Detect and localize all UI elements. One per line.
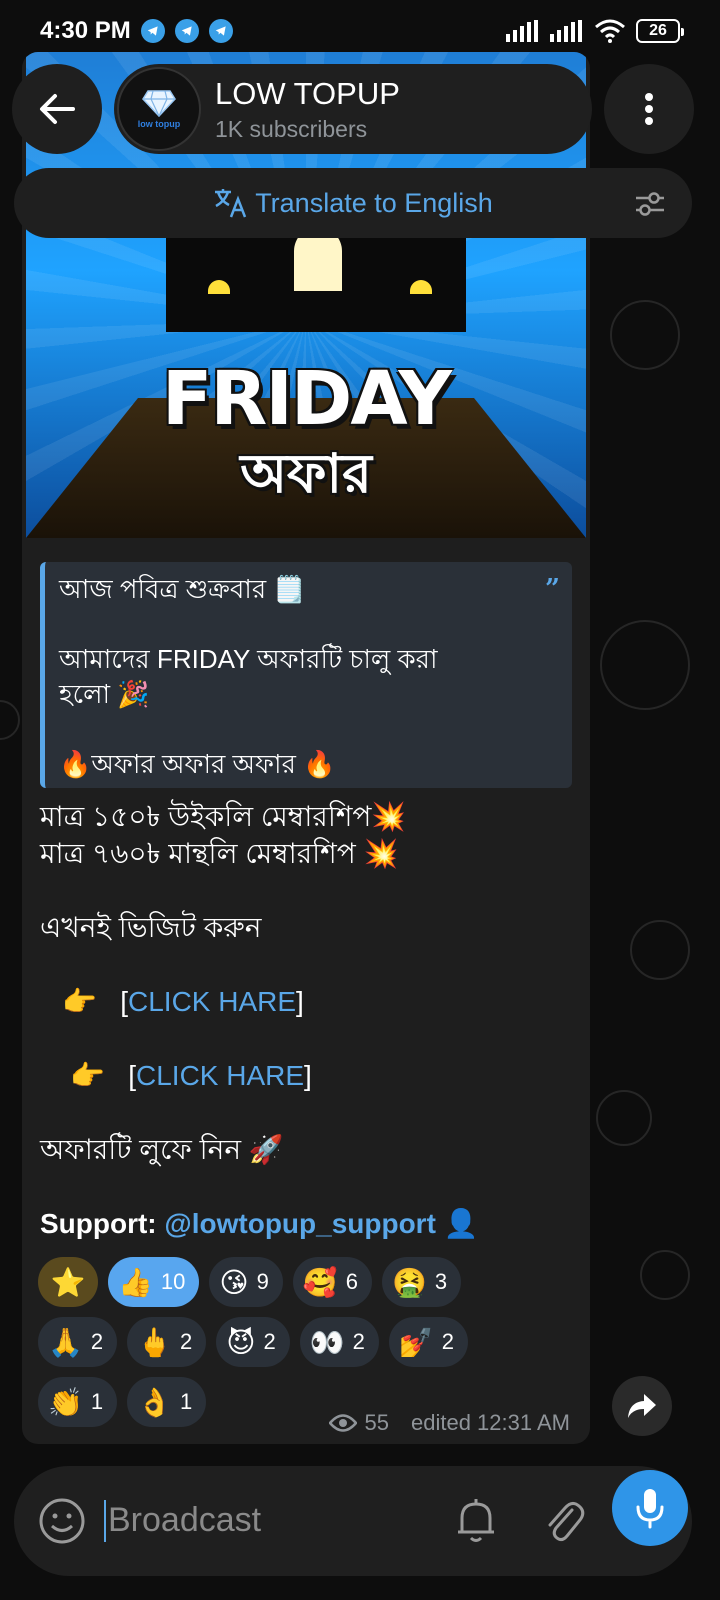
channel-title: LOW TOPUP xyxy=(215,75,400,111)
telegram-icon xyxy=(208,19,233,43)
kiss-face-icon: 😘 xyxy=(219,1265,249,1299)
banner-title: FRIDAY xyxy=(161,356,452,442)
reaction-count: 10 xyxy=(160,1269,186,1294)
channel-post[interactable]: FRIDAY অফার ” আজ পবিত্র শুক্রবার 🗒️ আমাদ… xyxy=(22,52,590,1444)
post-meta: 55 edited 12:31 AM xyxy=(328,1410,570,1436)
reaction-eyes[interactable]: 👀 2 xyxy=(299,1317,379,1367)
quote-line: 🔥অফার অফার অফার 🔥 xyxy=(59,749,336,779)
wifi-icon xyxy=(595,19,625,43)
reaction-nail-polish[interactable]: 💅 2 xyxy=(388,1317,468,1367)
microphone-icon xyxy=(636,1489,664,1529)
reaction-pray[interactable]: 🙏 2 xyxy=(38,1317,118,1367)
thumbs-up-icon: 👍 xyxy=(118,1265,153,1299)
subscriber-count: 1K subscribers xyxy=(215,115,368,142)
nail-polish-icon: 💅 xyxy=(398,1325,434,1359)
reaction-clap[interactable]: 👏 1 xyxy=(38,1377,118,1427)
support-label: Support: xyxy=(40,1208,165,1239)
folded-hands-icon: 🙏 xyxy=(48,1325,83,1359)
back-arrow-icon xyxy=(40,94,75,124)
reaction-ok-hand[interactable]: 👌 1 xyxy=(127,1377,207,1427)
composer-bar: Broadcast xyxy=(14,1466,692,1576)
telegram-icon xyxy=(140,19,165,43)
more-options-button[interactable] xyxy=(604,64,694,154)
signal-icon xyxy=(550,20,582,42)
vomit-face-icon: 🤮 xyxy=(391,1265,427,1299)
post-body: মাত্র ১৫০৳ উইকলি মেম্বারশিপ💥 মাত্র ৭৬০৳ … xyxy=(40,798,580,1242)
click-here-link[interactable]: CLICK HARE xyxy=(136,1060,304,1091)
reaction-devil[interactable]: 😈 2 xyxy=(216,1317,290,1367)
telegram-icon xyxy=(174,19,199,43)
clapping-hands-icon: 👏 xyxy=(48,1385,83,1419)
view-count: 55 xyxy=(364,1410,389,1435)
reaction-middle-finger[interactable]: 🖕 2 xyxy=(127,1317,207,1367)
reaction-star[interactable]: ⭐ xyxy=(38,1257,98,1307)
quote-line: হলো 🎉 xyxy=(59,679,150,709)
emoji-icon[interactable] xyxy=(38,1497,86,1545)
channel-avatar[interactable]: low topup xyxy=(117,67,201,151)
middle-finger-icon: 🖕 xyxy=(137,1325,172,1359)
reaction-count: 2 xyxy=(441,1329,454,1354)
quote-block: ” আজ পবিত্র শুক্রবার 🗒️ আমাদের FRIDAY অফ… xyxy=(40,562,572,788)
broadcast-input[interactable]: Broadcast xyxy=(104,1500,424,1542)
back-button[interactable] xyxy=(12,64,102,154)
grab-offer-line: অফারটি লুফে নিন 🚀 xyxy=(40,1134,284,1165)
translate-bar[interactable]: Translate to English xyxy=(14,168,692,238)
status-time: 4:30 PM xyxy=(40,17,131,44)
smiling-hearts-icon: 🥰 xyxy=(302,1265,338,1299)
status-bar: 4:30 PM 26 xyxy=(0,0,720,62)
reaction-count: 2 xyxy=(352,1329,365,1354)
visit-line: এখনই ভিজিট করুন xyxy=(40,912,262,943)
reaction-count: 9 xyxy=(256,1269,269,1294)
ok-hand-icon: 👌 xyxy=(137,1385,172,1419)
reaction-count: 2 xyxy=(180,1329,193,1354)
channel-header[interactable]: low topup LOW TOPUP 1K subscribers xyxy=(114,64,592,154)
click-here-link[interactable]: CLICK HARE xyxy=(128,986,296,1017)
microphone-button[interactable] xyxy=(612,1470,688,1546)
reaction-count: 3 xyxy=(434,1269,448,1294)
more-vertical-icon xyxy=(645,93,653,125)
pointing-hand-icon: 👉 xyxy=(70,1060,105,1091)
eyes-icon: 👀 xyxy=(309,1325,345,1359)
diamond-icon xyxy=(142,90,176,117)
reaction-kiss[interactable]: 😘 9 xyxy=(209,1257,283,1307)
reaction-vomit[interactable]: 🤮 3 xyxy=(381,1257,462,1307)
avatar-logo-text: low topup xyxy=(137,119,181,129)
monthly-offer-line: মাত্র ৭৬০৳ মান্থলি মেম্বারশিপ 💥 xyxy=(40,838,399,869)
quote-line: আমাদের FRIDAY অফারটি চালু করা xyxy=(59,644,438,674)
reaction-count: 1 xyxy=(180,1389,193,1414)
translate-label: Translate to English xyxy=(255,187,493,218)
support-handle-link[interactable]: @lowtopup_support xyxy=(164,1208,435,1239)
signal-icon xyxy=(506,20,538,42)
weekly-offer-line: মাত্র ১৫০৳ উইকলি মেম্বারশিপ💥 xyxy=(40,801,407,832)
translate-icon xyxy=(215,189,247,218)
eye-icon xyxy=(328,1414,357,1432)
reaction-count: 6 xyxy=(345,1269,358,1294)
reaction-count: 1 xyxy=(90,1389,104,1414)
person-icon: 👤 xyxy=(443,1208,479,1239)
banner-subtitle: অফার xyxy=(240,444,372,504)
reaction-count: 2 xyxy=(263,1329,276,1354)
reaction-count: 2 xyxy=(90,1329,104,1354)
attach-icon[interactable] xyxy=(542,1496,586,1544)
battery-indicator: 26 xyxy=(636,19,684,43)
reaction-hearts[interactable]: 🥰 6 xyxy=(292,1257,372,1307)
devil-face-icon: 😈 xyxy=(226,1325,256,1359)
pointing-hand-icon: 👉 xyxy=(62,986,97,1017)
reaction-thumbs-up[interactable]: 👍 10 xyxy=(108,1257,200,1307)
translate-settings-icon[interactable] xyxy=(634,190,666,218)
edited-timestamp: edited 12:31 AM xyxy=(410,1410,570,1435)
bell-icon[interactable] xyxy=(454,1496,498,1544)
quote-line: আজ পবিত্র শুক্রবার 🗒️ xyxy=(59,574,306,604)
star-icon: ⭐ xyxy=(50,1265,86,1299)
quote-icon: ” xyxy=(545,574,560,604)
share-arrow-icon xyxy=(628,1394,656,1418)
share-button[interactable] xyxy=(612,1376,672,1436)
